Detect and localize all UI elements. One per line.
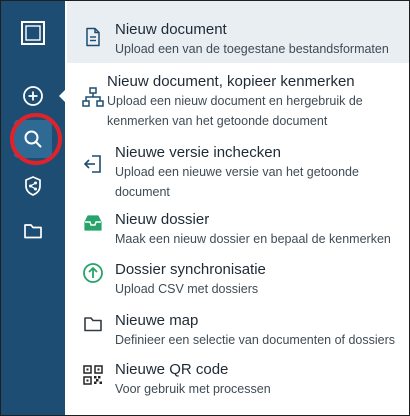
menu-item-title: Nieuw dossier: [115, 211, 210, 228]
menu-item-description: Voor gebruik met processen: [115, 382, 271, 396]
menu-item-description: Maak een nieuw dossier en bepaal de kenm…: [115, 232, 391, 246]
menu-item-description: Upload een nieuwe versie van het getoond…: [115, 165, 359, 199]
menu-item-copy-attributes[interactable]: Nieuw document, kopieer kenmerken Upload…: [67, 73, 409, 133]
add-circle-icon[interactable]: [1, 76, 65, 116]
folder-icon[interactable]: [1, 211, 65, 251]
folder-icon: [81, 312, 105, 336]
upload-circle-icon: [81, 261, 105, 285]
shield-share-icon[interactable]: [1, 166, 65, 206]
menu-item-title: Nieuwe QR code: [115, 361, 229, 378]
menu-item-title: Nieuw document, kopieer kenmerken: [107, 73, 355, 90]
inbox-tray-icon: [81, 211, 105, 235]
app-logo-icon[interactable]: [1, 13, 65, 53]
document-icon: [81, 25, 105, 49]
new-item-menu: Nieuw document Upload een van de toegest…: [67, 1, 409, 415]
menu-item-description: Upload een nieuw document en hergebruik …: [107, 94, 363, 128]
hierarchy-icon: [81, 85, 105, 109]
menu-item-new-folder[interactable]: Nieuwe map Definieer een selectie van do…: [67, 312, 409, 354]
menu-item-new-qr-code[interactable]: Nieuwe QR code Voor gebruik met processe…: [67, 361, 409, 403]
menu-item-new-document[interactable]: Nieuw document Upload een van de toegest…: [67, 1, 409, 63]
check-in-icon: [81, 152, 105, 176]
menu-item-title: Nieuwe map: [115, 312, 199, 329]
menu-item-dossier-sync[interactable]: Dossier synchronisatie Upload CSV met do…: [67, 261, 409, 303]
sidebar: [1, 1, 65, 415]
menu-item-title: Nieuw document: [115, 21, 227, 38]
menu-pointer-caret: [59, 88, 67, 104]
app-window: Nieuw document Upload een van de toegest…: [0, 0, 410, 416]
menu-item-description: Definieer een selectie van documenten of…: [115, 333, 396, 347]
qr-code-icon: [81, 363, 105, 387]
menu-item-title: Nieuwe versie inchecken: [115, 144, 281, 161]
menu-item-description: Upload CSV met dossiers: [115, 282, 259, 296]
menu-item-new-dossier[interactable]: Nieuw dossier Maak een nieuw dossier en …: [67, 211, 409, 253]
menu-item-title: Dossier synchronisatie: [115, 261, 266, 278]
menu-item-check-in-version[interactable]: Nieuwe versie inchecken Upload een nieuw…: [67, 144, 409, 204]
menu-item-description: Upload een van de toegestane bestandsfor…: [115, 42, 389, 56]
highlight-ring: [10, 113, 62, 165]
